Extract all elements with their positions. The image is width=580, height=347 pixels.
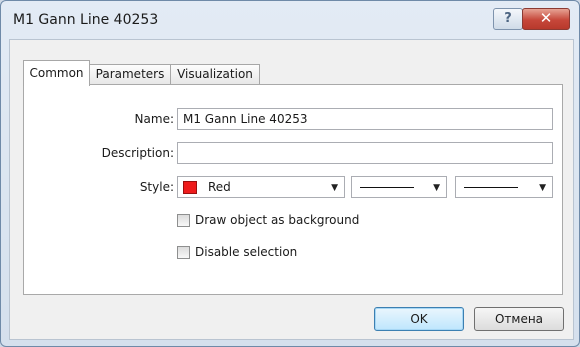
disable-selection-checkbox[interactable] (177, 246, 190, 259)
color-select[interactable]: Red ▼ (177, 176, 345, 198)
tab-visualization-label: Visualization (177, 67, 253, 81)
name-field[interactable]: M1 Gann Line 40253 (177, 108, 553, 130)
help-icon: ? (504, 11, 512, 26)
draw-background-option[interactable]: Draw object as background (177, 213, 397, 229)
disable-selection-label: Disable selection (195, 245, 298, 259)
line-style-select[interactable]: ▼ (351, 176, 447, 198)
color-swatch (183, 181, 197, 194)
tab-visualization[interactable]: Visualization (170, 64, 260, 85)
tab-parameters-label: Parameters (95, 67, 165, 81)
close-button[interactable]: ✕ (522, 8, 570, 30)
line-style-sample (360, 187, 414, 188)
chevron-down-icon: ▼ (331, 183, 338, 193)
title-bar[interactable]: M1 Gann Line 40253 ? ✕ (1, 1, 579, 39)
tab-parameters[interactable]: Parameters (87, 64, 173, 85)
close-icon: ✕ (539, 9, 553, 27)
line-width-select[interactable]: ▼ (455, 176, 553, 198)
disable-selection-option[interactable]: Disable selection (177, 245, 337, 261)
help-button[interactable]: ? (493, 8, 523, 30)
description-field[interactable] (177, 142, 553, 164)
chevron-down-icon: ▼ (539, 183, 546, 193)
line-width-sample (464, 187, 518, 188)
cancel-button[interactable]: Отмена (474, 307, 564, 331)
ok-button[interactable]: OK (374, 307, 464, 331)
name-label: Name: (134, 112, 174, 126)
window-title: M1 Gann Line 40253 (13, 12, 159, 28)
chevron-down-icon: ▼ (433, 183, 440, 193)
draw-background-label: Draw object as background (195, 213, 360, 227)
draw-background-checkbox[interactable] (177, 214, 190, 227)
color-select-value: Red (208, 180, 231, 194)
dialog-window: M1 Gann Line 40253 ? ✕ Common Parameters… (0, 0, 580, 347)
tab-common[interactable]: Common (23, 60, 90, 86)
dialog-body: Common Parameters Visualization Name: M1… (9, 39, 574, 340)
tab-common-label: Common (29, 66, 84, 80)
style-label: Style: (139, 180, 174, 194)
description-label: Description: (101, 146, 174, 160)
common-tab-panel: Name: M1 Gann Line 40253 Description: St… (23, 84, 563, 295)
